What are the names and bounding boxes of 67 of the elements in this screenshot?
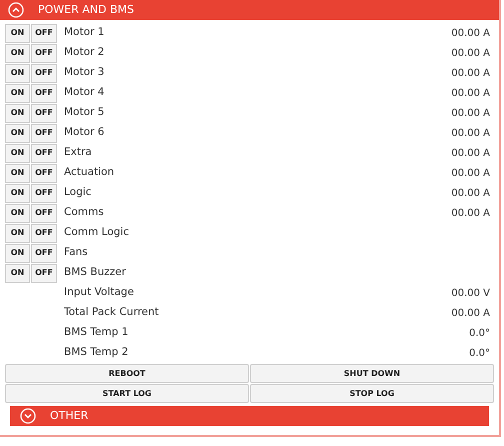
reading-value: 00.00 A bbox=[451, 86, 490, 100]
channel-label: Motor 1 bbox=[64, 25, 104, 40]
on-button[interactable]: ON bbox=[5, 44, 30, 62]
off-button[interactable]: OFF bbox=[31, 164, 57, 182]
reading-value: 0.0° bbox=[469, 326, 490, 340]
on-button[interactable]: ON bbox=[5, 84, 30, 102]
on-button[interactable]: ON bbox=[5, 104, 30, 122]
off-button[interactable]: OFF bbox=[31, 244, 57, 262]
on-button[interactable]: ON bbox=[5, 24, 30, 42]
channel-label: Motor 5 bbox=[64, 105, 104, 120]
reading-value: 00.00 A bbox=[451, 146, 490, 160]
off-button[interactable]: OFF bbox=[31, 184, 57, 202]
off-button[interactable]: OFF bbox=[31, 224, 57, 242]
on-button[interactable]: ON bbox=[5, 204, 30, 222]
reading-value: 00.00 A bbox=[451, 306, 490, 320]
action-button[interactable]: SHUT DOWN bbox=[250, 364, 494, 383]
channel-label: Fans bbox=[64, 245, 88, 260]
on-button[interactable]: ON bbox=[5, 124, 30, 142]
action-button[interactable]: REBOOT bbox=[5, 364, 249, 383]
off-button[interactable]: OFF bbox=[31, 264, 57, 282]
reading-value: 0.0° bbox=[469, 346, 490, 360]
on-button[interactable]: ON bbox=[5, 244, 30, 262]
off-button[interactable]: OFF bbox=[31, 144, 57, 162]
off-button[interactable]: OFF bbox=[31, 84, 57, 102]
expand-chevron-icon[interactable] bbox=[20, 408, 36, 424]
channel-label: Logic bbox=[64, 185, 92, 200]
channel-label: Motor 6 bbox=[64, 125, 104, 140]
channel-label: Motor 4 bbox=[64, 85, 104, 100]
channel-label: BMS Buzzer bbox=[64, 265, 126, 280]
on-button[interactable]: ON bbox=[5, 264, 30, 282]
action-button[interactable]: START LOG bbox=[5, 384, 249, 403]
on-button[interactable]: ON bbox=[5, 144, 30, 162]
off-button[interactable]: OFF bbox=[31, 64, 57, 82]
reading-value: 00.00 A bbox=[451, 166, 490, 180]
section-header[interactable]: OTHER bbox=[10, 406, 489, 426]
off-button[interactable]: OFF bbox=[31, 24, 57, 42]
reading-value: 00.00 V bbox=[451, 286, 490, 300]
off-button[interactable]: OFF bbox=[31, 124, 57, 142]
on-button[interactable]: ON bbox=[5, 164, 30, 182]
channel-label: Comm Logic bbox=[64, 225, 129, 240]
reading-value: 00.00 A bbox=[451, 46, 490, 60]
channel-label: Comms bbox=[64, 205, 104, 220]
reading-value: 00.00 A bbox=[451, 206, 490, 220]
channel-label: Total Pack Current bbox=[64, 305, 159, 320]
channel-label: Motor 3 bbox=[64, 65, 104, 80]
action-button[interactable]: STOP LOG bbox=[250, 384, 494, 403]
channel-label: BMS Temp 2 bbox=[64, 345, 128, 360]
off-button[interactable]: OFF bbox=[31, 104, 57, 122]
channel-label: BMS Temp 1 bbox=[64, 325, 128, 340]
section-title: OTHER bbox=[50, 408, 88, 424]
off-button[interactable]: OFF bbox=[31, 204, 57, 222]
section-header[interactable]: POWER AND BMS bbox=[0, 0, 499, 20]
on-button[interactable]: ON bbox=[5, 184, 30, 202]
channel-label: Input Voltage bbox=[64, 285, 134, 300]
reading-value: 00.00 A bbox=[451, 106, 490, 120]
off-button[interactable]: OFF bbox=[31, 44, 57, 62]
channel-label: Motor 2 bbox=[64, 45, 104, 60]
collapse-chevron-icon[interactable] bbox=[8, 2, 24, 18]
reading-value: 00.00 A bbox=[451, 126, 490, 140]
reading-value: 00.00 A bbox=[451, 66, 490, 80]
on-button[interactable]: ON bbox=[5, 224, 30, 242]
reading-value: 00.00 A bbox=[451, 186, 490, 200]
on-button[interactable]: ON bbox=[5, 64, 30, 82]
reading-value: 00.00 A bbox=[451, 26, 490, 40]
channel-label: Actuation bbox=[64, 165, 114, 180]
channel-label: Extra bbox=[64, 145, 92, 160]
section-title: POWER AND BMS bbox=[38, 2, 134, 18]
